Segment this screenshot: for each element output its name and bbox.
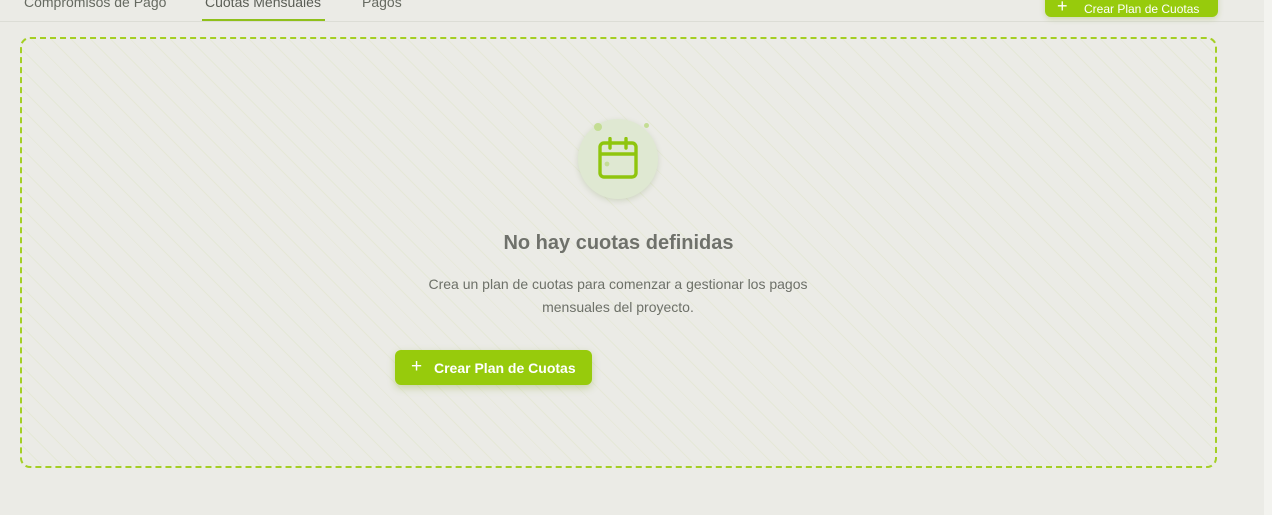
tab-cuotas-mensuales[interactable]: Cuotas Mensuales <box>202 0 325 21</box>
create-plan-button-label: Crear Plan de Cuotas <box>1084 2 1200 16</box>
empty-state-panel: No hay cuotas definidas Crea un plan de … <box>20 37 1217 468</box>
create-plan-button[interactable]: + Crear Plan de Cuotas <box>395 350 592 385</box>
create-plan-button-label: Crear Plan de Cuotas <box>434 360 576 376</box>
tab-pagos[interactable]: Pagos <box>362 0 402 21</box>
empty-state-description: Crea un plan de cuotas para comenzar a g… <box>428 276 808 315</box>
decorative-dot <box>644 123 649 128</box>
scrollbar-track[interactable] <box>1264 0 1272 515</box>
empty-state-icon-container <box>578 119 658 199</box>
create-plan-button-header[interactable]: + Crear Plan de Cuotas <box>1045 0 1218 17</box>
tab-compromisos-de-pago[interactable]: Compromisos de Pago <box>24 0 166 21</box>
plus-icon: + <box>1057 0 1068 16</box>
plus-icon: + <box>411 356 423 377</box>
empty-state-title: No hay cuotas definidas <box>503 232 734 254</box>
decorative-dot <box>594 123 602 131</box>
calendar-icon <box>598 137 638 179</box>
